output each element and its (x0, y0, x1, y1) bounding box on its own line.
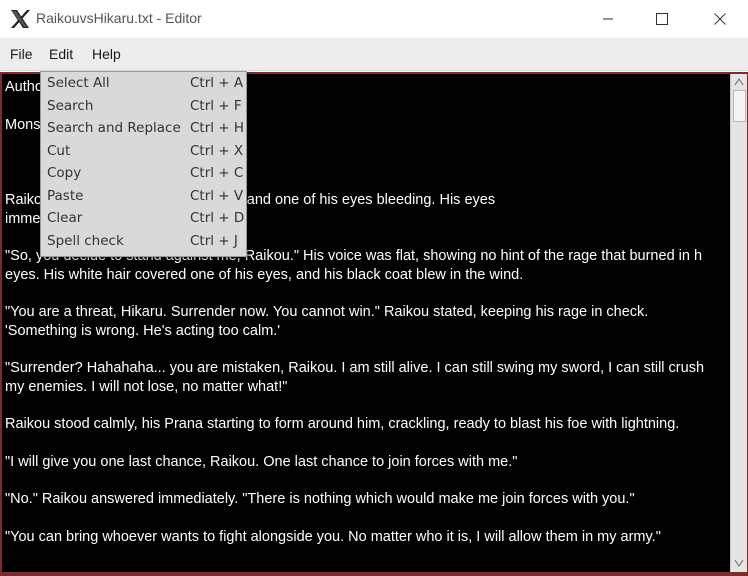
menu-bar: File Edit Help (0, 38, 748, 71)
editor-line: "You can bring whoever wants to fight al… (5, 529, 661, 545)
menu-item-shortcut: Ctrl + A (190, 75, 244, 91)
close-button[interactable] (697, 0, 743, 38)
editor-line: eyes. His white hair covered one of his … (5, 267, 524, 283)
arrow-up-icon (734, 78, 744, 86)
menu-item-shortcut: Ctrl + J (190, 232, 238, 249)
editor-line: Mons (5, 117, 41, 133)
editor-line: 'Something is wrong. He's acting too cal… (5, 323, 281, 339)
minimize-icon (603, 18, 613, 20)
menu-item-shortcut: Ctrl + H (190, 120, 245, 136)
menu-item-select-all[interactable]: Select All Ctrl + A (41, 72, 246, 94)
editor-line: "I will give you one last chance, Raikou… (5, 454, 518, 470)
menu-item-clear[interactable]: Clear Ctrl + D (41, 207, 246, 229)
scroll-up-button[interactable] (731, 75, 747, 89)
menu-item-label: Clear (47, 210, 83, 226)
editor-line: Raikou stood calmly, his Prana starting … (5, 416, 680, 432)
menu-item-spell-check[interactable]: Spell check Ctrl + J (41, 230, 246, 252)
editor-line: my enemies. I will not lose, no matter w… (5, 379, 288, 395)
menu-item-cut[interactable]: Cut Ctrl + X (41, 140, 246, 162)
menu-item-label: Spell check (47, 232, 124, 249)
menu-item-search[interactable]: Search Ctrl + F (41, 95, 246, 117)
menu-item-label: Search (47, 97, 94, 114)
close-icon (714, 13, 726, 25)
menu-file[interactable]: File (10, 46, 33, 62)
menu-item-paste[interactable]: Paste Ctrl + V (41, 185, 246, 207)
editor-line: "Surrender? Hahahaha... you are mistaken… (5, 360, 705, 376)
editor-line: Autho (5, 79, 43, 95)
menu-item-shortcut: Ctrl + F (190, 97, 242, 114)
maximize-button[interactable] (639, 0, 685, 38)
menu-item-label: Cut (47, 142, 71, 159)
vertical-scrollbar[interactable] (730, 74, 747, 572)
maximize-icon (656, 13, 668, 25)
menu-item-label: Select All (47, 75, 110, 91)
menu-item-shortcut: Ctrl + D (190, 210, 245, 226)
menu-item-search-and-replace[interactable]: Search and Replace Ctrl + H (41, 117, 246, 139)
menu-edit[interactable]: Edit (49, 46, 73, 62)
menu-item-label: Paste (47, 187, 84, 204)
scroll-down-button[interactable] (731, 556, 747, 570)
menu-item-shortcut: Ctrl + X (190, 142, 244, 159)
window-title: RaikouvsHikaru.txt - Editor (36, 10, 202, 26)
arrow-down-icon (734, 559, 744, 567)
menu-item-label: Search and Replace (47, 120, 181, 136)
minimize-button[interactable] (585, 0, 631, 38)
editor-line: "No." Raikou answered immediately. "Ther… (5, 491, 635, 507)
menu-help[interactable]: Help (92, 46, 121, 62)
menu-item-shortcut: Ctrl + V (190, 187, 244, 204)
scroll-thumb[interactable] (733, 90, 746, 122)
title-bar: RaikouvsHikaru.txt - Editor (0, 0, 748, 38)
x-logo-icon (11, 10, 30, 28)
edit-menu-dropdown: Select All Ctrl + A Search Ctrl + F Sear… (40, 71, 247, 257)
menu-item-label: Copy (47, 165, 82, 181)
menu-item-copy[interactable]: Copy Ctrl + C (41, 162, 246, 184)
menu-item-shortcut: Ctrl + C (190, 165, 244, 181)
editor-line: "You are a threat, Hikaru. Surrender now… (5, 304, 649, 320)
